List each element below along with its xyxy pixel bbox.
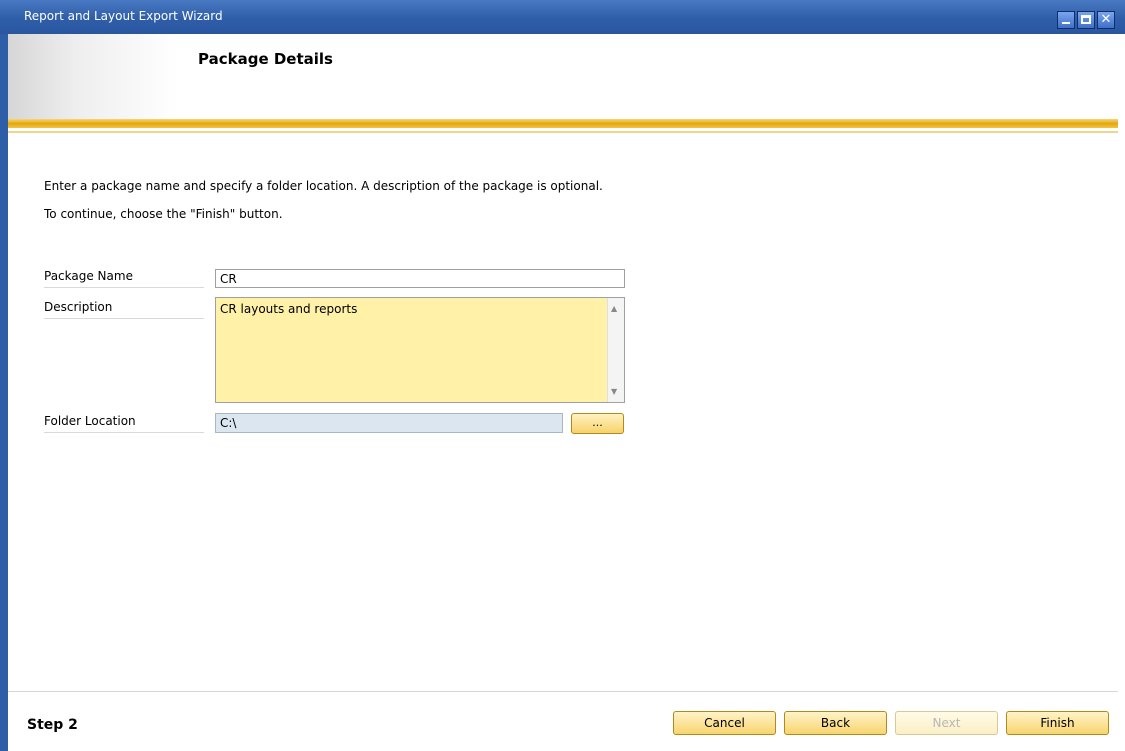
description-textarea[interactable]: CR layouts and reports ▲ ▼ bbox=[215, 297, 625, 403]
title-bar[interactable]: Report and Layout Export Wizard ✕ bbox=[0, 0, 1125, 34]
browse-folder-button[interactable]: ... bbox=[571, 413, 624, 434]
instruction-line-2: To continue, choose the "Finish" button. bbox=[44, 207, 283, 221]
wizard-header: Package Details bbox=[8, 34, 1118, 122]
scroll-down-icon[interactable]: ▼ bbox=[611, 387, 617, 396]
maximize-icon[interactable] bbox=[1077, 11, 1095, 29]
cancel-button[interactable]: Cancel bbox=[673, 711, 776, 735]
window-title: Report and Layout Export Wizard bbox=[24, 9, 223, 23]
scroll-up-icon[interactable]: ▲ bbox=[611, 304, 617, 313]
header-accent-bar bbox=[8, 119, 1118, 128]
description-scrollbar[interactable]: ▲ ▼ bbox=[607, 298, 624, 402]
package-name-input[interactable]: CR bbox=[215, 269, 625, 288]
instruction-line-1: Enter a package name and specify a folde… bbox=[44, 179, 603, 193]
header-accent-line bbox=[8, 131, 1118, 133]
header-decoration bbox=[8, 34, 178, 122]
folder-location-input[interactable]: C:\ bbox=[215, 413, 563, 433]
page-title: Package Details bbox=[198, 50, 333, 68]
finish-button[interactable]: Finish bbox=[1006, 711, 1109, 735]
next-button[interactable]: Next bbox=[895, 711, 998, 735]
window-left-edge bbox=[0, 34, 8, 751]
close-icon[interactable]: ✕ bbox=[1097, 11, 1115, 29]
back-button[interactable]: Back bbox=[784, 711, 887, 735]
minimize-icon[interactable] bbox=[1057, 11, 1075, 29]
package-name-label: Package Name bbox=[44, 269, 204, 288]
folder-location-label: Folder Location bbox=[44, 414, 204, 433]
wizard-footer: Step 2 Cancel Back Next Finish bbox=[8, 692, 1118, 751]
window-controls: ✕ bbox=[1057, 11, 1115, 29]
description-label: Description bbox=[44, 300, 204, 319]
step-indicator: Step 2 bbox=[27, 717, 78, 733]
description-text: CR layouts and reports bbox=[220, 302, 358, 316]
wizard-window: Report and Layout Export Wizard ✕ Packag… bbox=[0, 0, 1125, 751]
